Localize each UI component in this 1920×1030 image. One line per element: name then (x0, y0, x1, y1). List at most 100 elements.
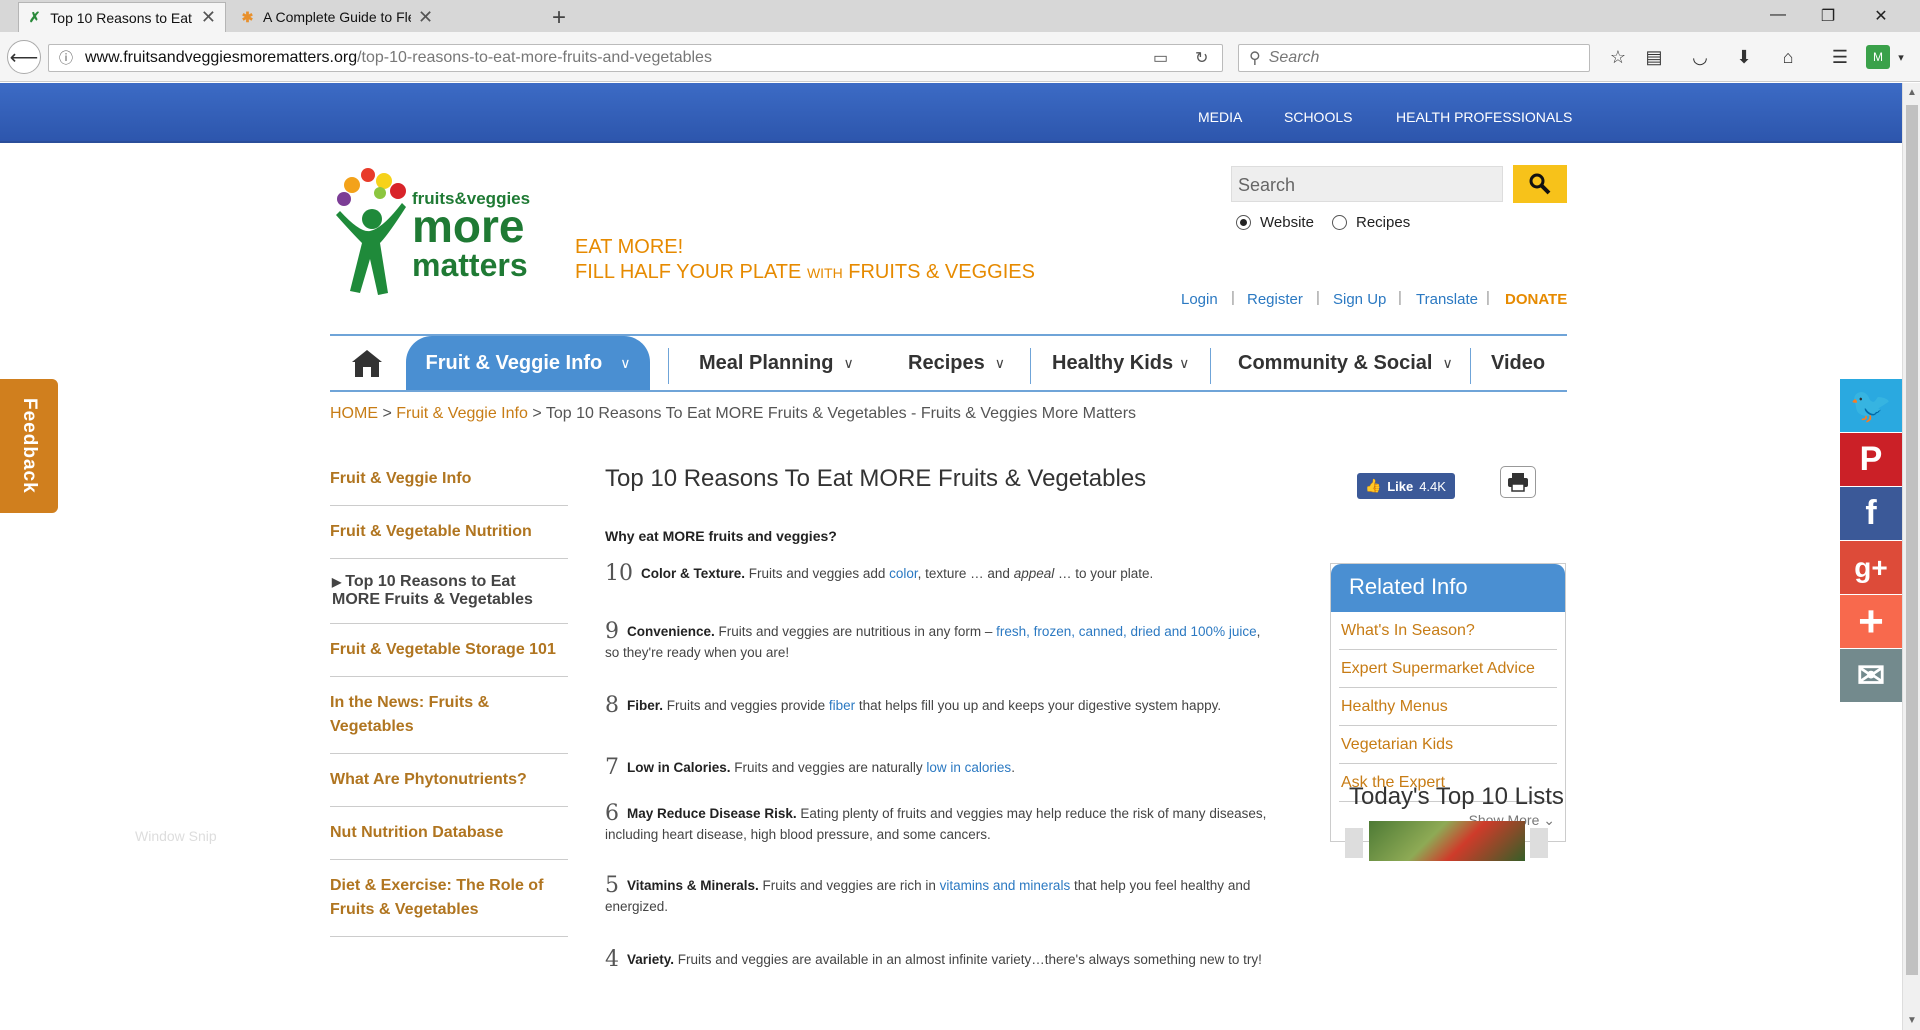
back-button[interactable]: ⟵ (7, 40, 41, 74)
sidebar-item[interactable]: Fruit & Vegetable Storage 101 (330, 624, 568, 677)
info-icon[interactable]: ⓘ (55, 48, 77, 68)
reason-link[interactable]: vitamins and minerals (940, 878, 1071, 893)
reload-icon[interactable]: ↻ (1195, 48, 1208, 68)
login-link[interactable]: Login (1181, 291, 1218, 308)
reader-view-icon[interactable]: ▭ (1153, 48, 1168, 68)
main-nav: Fruit & Veggie Info ∨ Meal Planning ∨ Reci… (330, 334, 1567, 392)
browser-tab[interactable]: ✱ A Complete Guide to Flexbox ✕ (232, 2, 442, 32)
addthis-share-button[interactable]: + (1840, 595, 1902, 648)
chevron-down-icon: ∨ (620, 354, 631, 371)
related-link[interactable]: Expert Supermarket Advice (1339, 650, 1557, 688)
browser-tab-active[interactable]: ✗ Top 10 Reasons to Eat MORE ✕ (18, 2, 226, 32)
sidebar-item[interactable]: Diet & Exercise: The Role of Fruits & Ve… (330, 860, 568, 937)
search-icon (1529, 173, 1551, 195)
reason-number: 4 (605, 947, 619, 972)
bookmark-star-icon[interactable]: ☆ (1604, 44, 1632, 70)
sidebar-item-current[interactable]: ▶ Top 10 Reasons to Eat MORE Fruits & Veg… (330, 559, 568, 624)
minimize-icon[interactable]: — (1763, 6, 1793, 24)
site-logo[interactable]: fruits&veggies more matters (332, 163, 562, 313)
extension-icon[interactable]: M (1866, 45, 1890, 69)
nav-video[interactable]: Video (1491, 336, 1545, 390)
downloads-icon[interactable]: ⬇ (1730, 44, 1758, 70)
email-share-button[interactable]: ✉ (1840, 649, 1902, 702)
nav-fruit-veggie-info[interactable]: Fruit & Veggie Info ∨ (406, 336, 650, 390)
radio-recipes[interactable]: Recipes (1332, 214, 1410, 231)
reason-text: Fruits and veggies add (745, 566, 890, 581)
googleplus-share-button[interactable]: g+ (1840, 541, 1902, 594)
close-tab-icon[interactable]: ✕ (200, 7, 217, 28)
home-icon[interactable]: ⌂ (1774, 44, 1802, 70)
radio-website[interactable]: Website (1236, 214, 1314, 231)
reason-link[interactable]: fiber (829, 698, 855, 713)
reason-link[interactable]: color (889, 566, 918, 581)
radio-dot-selected[interactable] (1236, 215, 1251, 230)
print-button[interactable] (1500, 466, 1536, 498)
nav-meal-planning[interactable]: Meal Planning ∨ (699, 336, 854, 390)
reason-link[interactable]: low in calories (926, 760, 1011, 775)
breadcrumb-home[interactable]: HOME (330, 405, 378, 422)
menu-icon[interactable]: ☰ (1826, 44, 1854, 70)
top-utility-band: MEDIA SCHOOLS HEALTH PROFESSIONALS (0, 83, 1902, 143)
breadcrumb-section[interactable]: Fruit & Veggie Info (396, 405, 528, 422)
reason-link[interactable]: fresh, frozen, canned, dried and 100% ju… (996, 624, 1256, 639)
scrollbar-thumb[interactable] (1906, 105, 1918, 975)
like-label: Like (1387, 478, 1414, 494)
site-search-button[interactable] (1513, 165, 1567, 203)
top-link-media[interactable]: MEDIA (1198, 109, 1242, 125)
nav-healthy-kids[interactable]: Healthy Kids ∨ (1052, 336, 1189, 390)
radio-dot[interactable] (1332, 215, 1347, 230)
related-link[interactable]: Vegetarian Kids (1339, 726, 1557, 764)
carousel-prev-arrow[interactable] (1345, 828, 1363, 858)
article-title: Top 10 Reasons To Eat MORE Fruits & Vege… (605, 465, 1147, 492)
separator: | (1316, 289, 1320, 306)
chevron-down-icon[interactable]: ▾ (1892, 44, 1910, 70)
related-link[interactable]: Healthy Menus (1339, 688, 1557, 726)
url-path: /top-10-reasons-to-eat-more-fruits-and-v… (357, 49, 712, 66)
reason-head: Convenience. (627, 624, 715, 639)
home-icon (352, 350, 382, 377)
scroll-down-arrow[interactable]: ▼ (1903, 1015, 1920, 1026)
chevron-down-icon: ∨ (843, 354, 854, 371)
nav-label: Recipes (908, 351, 985, 374)
sidebar-item[interactable]: In the News: Fruits & Vegetables (330, 677, 568, 754)
reason-text: that helps fill you up and keeps your di… (855, 698, 1222, 713)
scroll-up-arrow[interactable]: ▲ (1903, 87, 1920, 98)
sidebar-item[interactable]: Nut Nutrition Database (330, 807, 568, 860)
site-search-input[interactable]: Search (1231, 166, 1503, 202)
facebook-share-button[interactable]: f (1840, 487, 1902, 540)
reading-list-icon[interactable]: ▤ (1640, 44, 1668, 70)
twitter-share-button[interactable]: 🐦 (1840, 379, 1902, 432)
sidebar-item[interactable]: Fruit & Veggie Info (330, 453, 568, 506)
top10-heading: Today's Top 10 Lists (1349, 783, 1564, 810)
nav-community-social[interactable]: Community & Social ∨ (1238, 336, 1453, 390)
vertical-scrollbar[interactable]: ▲ ▼ (1902, 83, 1920, 1030)
logo-text-matters: matters (412, 247, 528, 283)
pinterest-share-button[interactable]: P (1840, 433, 1902, 486)
maximize-icon[interactable]: ❐ (1813, 6, 1843, 26)
feedback-tab[interactable]: Feedback (0, 379, 58, 513)
top-link-health-professionals[interactable]: HEALTH PROFESSIONALS (1396, 109, 1572, 125)
register-link[interactable]: Register (1247, 291, 1303, 308)
url-bar[interactable]: ⓘ www.fruitsandveggiesmorematters.org/to… (48, 44, 1223, 72)
reason-head: May Reduce Disease Risk. (627, 806, 797, 821)
top-link-schools[interactable]: SCHOOLS (1284, 109, 1352, 125)
browser-search-input[interactable]: ⚲ Search (1238, 44, 1590, 72)
signup-link[interactable]: Sign Up (1333, 291, 1386, 308)
new-tab-button[interactable]: + (552, 4, 566, 32)
related-link[interactable]: What's In Season? (1339, 612, 1557, 650)
facebook-like-button[interactable]: 👍 Like 4.4K (1357, 473, 1455, 499)
translate-link[interactable]: Translate (1416, 291, 1478, 308)
reason-text: Fruits and veggies are nutritious in any… (714, 624, 997, 639)
related-info-title: Related Info (1331, 564, 1565, 612)
top10-thumbnail[interactable] (1369, 821, 1525, 861)
nav-home[interactable] (350, 336, 386, 390)
nav-recipes[interactable]: Recipes ∨ (908, 336, 1005, 390)
pocket-icon[interactable]: ◡ (1686, 44, 1714, 70)
close-window-icon[interactable]: ✕ (1866, 6, 1896, 26)
googleplus-icon: g+ (1854, 551, 1888, 583)
close-tab-icon[interactable]: ✕ (417, 7, 434, 28)
sidebar-item[interactable]: Fruit & Vegetable Nutrition (330, 506, 568, 559)
sidebar-item[interactable]: What Are Phytonutrients? (330, 754, 568, 807)
donate-link[interactable]: DONATE (1505, 291, 1567, 308)
carousel-next-arrow[interactable] (1530, 828, 1548, 858)
